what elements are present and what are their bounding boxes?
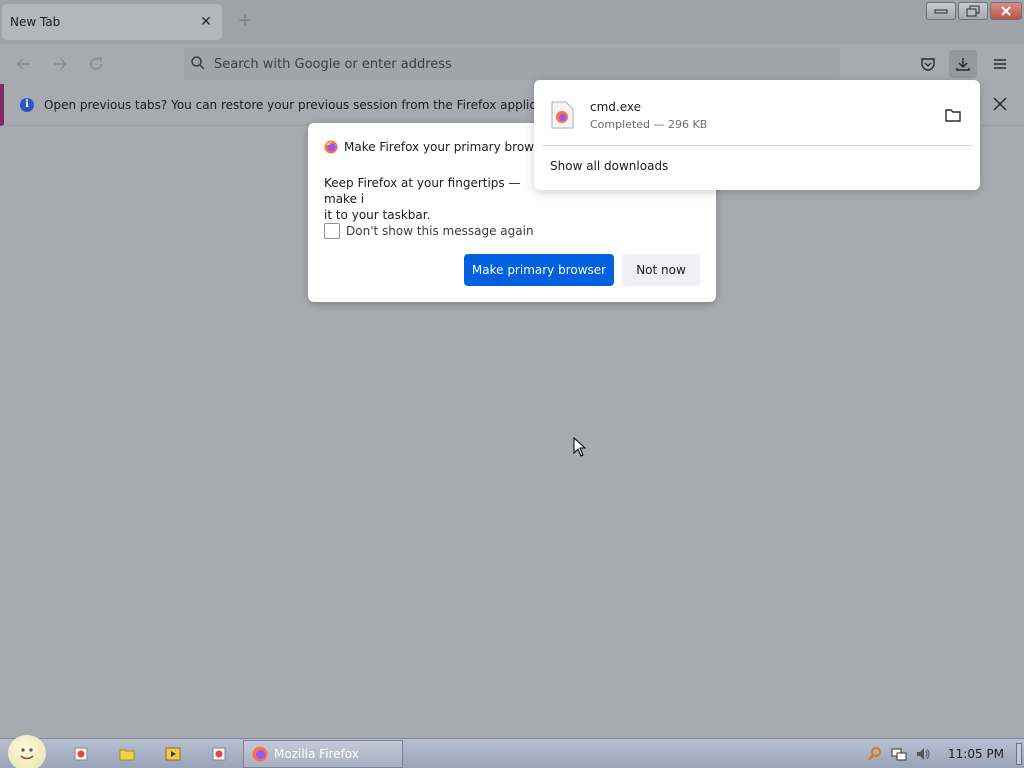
pocket-icon[interactable] xyxy=(914,50,942,78)
quicklaunch-app-2-icon[interactable] xyxy=(210,745,228,763)
start-button[interactable] xyxy=(8,735,46,768)
download-item[interactable]: cmd.exe Completed — 296 KB xyxy=(542,90,972,140)
checkbox-label: Don't show this message again xyxy=(346,224,534,238)
notification-text: Open previous tabs? You can restore your… xyxy=(44,97,605,112)
file-icon xyxy=(551,101,574,129)
reload-icon[interactable] xyxy=(86,54,106,74)
taskbar-firefox-label: Mozilla Firefox xyxy=(274,747,359,761)
close-window-button[interactable] xyxy=(990,2,1022,20)
tab-new-tab[interactable]: New Tab ✕ xyxy=(2,4,222,40)
window-controls xyxy=(926,2,1022,20)
forward-arrow-icon[interactable] xyxy=(50,54,70,74)
tab-title: New Tab xyxy=(10,15,61,29)
firefox-logo-icon xyxy=(324,140,338,154)
network-tray-icon[interactable] xyxy=(890,745,908,763)
dialog-title: Make Firefox your primary browser? xyxy=(324,140,559,154)
mouse-cursor-icon xyxy=(573,437,587,457)
close-notification-icon[interactable] xyxy=(992,96,1008,112)
back-arrow-icon[interactable] xyxy=(14,54,34,74)
search-icon xyxy=(190,55,206,74)
smiley-icon xyxy=(20,748,34,760)
dialog-body-line1: Keep Firefox at your fingertips — make i xyxy=(324,176,521,206)
dialog-body-line2: it to your taskbar. xyxy=(324,208,431,222)
folder-icon[interactable] xyxy=(944,106,962,124)
tab-strip: New Tab ✕ + xyxy=(0,0,1024,44)
search-tray-icon[interactable] xyxy=(866,745,884,763)
downloads-divider xyxy=(542,145,972,146)
address-bar[interactable] xyxy=(184,48,840,80)
not-now-button[interactable]: Not now xyxy=(622,254,700,286)
file-manager-icon[interactable] xyxy=(118,745,136,763)
media-player-icon[interactable] xyxy=(164,745,182,763)
downloads-panel: cmd.exe Completed — 296 KB Show all down… xyxy=(534,80,980,190)
navigation-toolbar xyxy=(0,44,1024,84)
show-desktop-button[interactable] xyxy=(1016,743,1022,765)
download-status: Completed — 296 KB xyxy=(590,117,708,131)
new-tab-plus-icon[interactable]: + xyxy=(236,12,254,30)
restore-window-button[interactable] xyxy=(958,2,988,20)
address-input[interactable] xyxy=(214,56,814,72)
taskbar-firefox-button[interactable]: Mozilla Firefox xyxy=(243,740,403,768)
taskbar: Mozilla Firefox 11:05 PM xyxy=(0,735,1024,768)
hamburger-menu-icon[interactable] xyxy=(986,50,1014,78)
firefox-taskbar-icon xyxy=(252,746,268,762)
volume-tray-icon[interactable] xyxy=(914,745,932,763)
show-all-downloads-link[interactable]: Show all downloads xyxy=(550,159,668,173)
downloads-icon[interactable] xyxy=(949,50,977,78)
minimize-window-button[interactable] xyxy=(926,2,956,20)
taskbar-clock: 11:05 PM xyxy=(948,747,1004,761)
dont-show-again-checkbox[interactable]: Don't show this message again xyxy=(324,223,534,239)
dialog-body: Keep Firefox at your fingertips — make i… xyxy=(324,175,534,223)
dialog-title-text: Make Firefox your primary browser? xyxy=(344,140,559,154)
checkbox-box[interactable] xyxy=(324,223,340,239)
quicklaunch-app-icon[interactable] xyxy=(72,745,90,763)
info-icon: i xyxy=(20,97,34,112)
make-primary-browser-button[interactable]: Make primary browser xyxy=(464,254,614,286)
download-filename: cmd.exe xyxy=(590,99,642,114)
close-tab-icon[interactable]: ✕ xyxy=(198,14,214,30)
download-info: cmd.exe Completed — 296 KB xyxy=(590,100,707,131)
